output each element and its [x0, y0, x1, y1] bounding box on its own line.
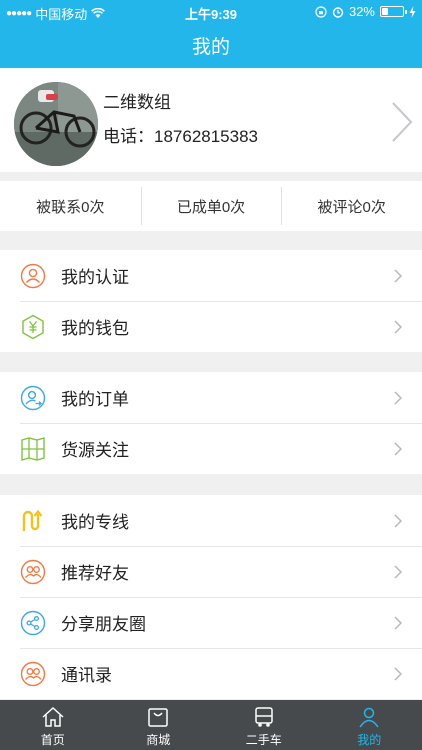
- alarm-icon: [332, 6, 344, 18]
- route-icon: [22, 509, 43, 531]
- user-icon: [359, 707, 379, 728]
- menu-item-label: 我的钱包: [61, 319, 129, 338]
- menu-item-label: 分享朋友圈: [61, 615, 146, 634]
- menu-item-contacts[interactable]: 通讯录: [0, 648, 422, 699]
- menu-item-label: 我的订单: [61, 390, 129, 409]
- truck-icon: [255, 707, 273, 727]
- menu-item-label: 我的认证: [61, 268, 129, 287]
- profile-name: 二维数组: [103, 93, 171, 112]
- menu-item-label: 通讯录: [61, 666, 112, 685]
- status-bar: ●●●●● 中国移动 上午9:39 32%: [0, 0, 422, 22]
- wallet-icon: [22, 314, 44, 340]
- page-title: 我的: [191, 37, 230, 58]
- profile-phone: 电话：18762815383: [103, 127, 259, 146]
- friends-icon: [20, 559, 46, 585]
- rotation-lock-icon: [315, 5, 327, 18]
- map-icon: [21, 437, 45, 461]
- tab-label: 首页: [40, 733, 65, 747]
- profile-card[interactable]: 二维数组 电话：18762815383: [0, 68, 422, 172]
- tab-bar: 首页 商城 二手车 我的: [0, 700, 422, 750]
- tab-label: 二手车: [245, 733, 282, 747]
- certification-icon: [20, 263, 46, 289]
- tab-used-cars[interactable]: 二手车: [211, 700, 317, 750]
- battery-percent: 32%: [348, 4, 375, 19]
- tab-label: 商城: [146, 733, 171, 747]
- chevron-right-icon: [394, 565, 402, 579]
- menu-item-label: 推荐好友: [61, 564, 129, 583]
- menu-item-share-moments[interactable]: 分享朋友圈: [0, 597, 422, 648]
- menu-item-routes[interactable]: 我的专线: [0, 495, 422, 546]
- order-icon: [20, 385, 46, 411]
- chevron-right-icon: [394, 667, 402, 681]
- chevron-right-icon: [394, 269, 402, 283]
- menu-group-social: 我的专线 推荐好友 分享朋友圈 通讯录: [0, 495, 422, 699]
- tab-label: 我的: [357, 733, 382, 747]
- header: ●●●●● 中国移动 上午9:39 32% 我的: [0, 0, 422, 68]
- battery-icon: [380, 6, 407, 17]
- stat-orders: 已成单0次: [140, 181, 282, 231]
- chevron-right-icon: [394, 514, 402, 528]
- contacts-icon: [20, 661, 46, 687]
- menu-item-recommend-friends[interactable]: 推荐好友: [0, 546, 422, 597]
- avatar[interactable]: [14, 82, 98, 166]
- menu-item-label: 货源关注: [61, 441, 129, 460]
- menu-item-certification[interactable]: 我的认证: [0, 250, 422, 301]
- home-icon: [42, 706, 64, 727]
- chevron-right-icon: [394, 442, 402, 456]
- chevron-right-icon: [394, 391, 402, 405]
- tab-profile[interactable]: 我的: [317, 700, 422, 750]
- tab-home[interactable]: 首页: [0, 700, 106, 750]
- stat-contacted: 被联系0次: [36, 198, 105, 216]
- charging-icon: [409, 5, 416, 18]
- tab-shop[interactable]: 商城: [106, 700, 212, 750]
- menu-group-account: 我的认证 我的钱包: [0, 250, 422, 352]
- share-icon: [20, 610, 46, 636]
- chevron-right-icon: [394, 320, 402, 334]
- chevron-right-icon[interactable]: [390, 100, 414, 144]
- chevron-right-icon: [394, 616, 402, 630]
- menu-item-wallet[interactable]: 我的钱包: [0, 301, 422, 352]
- menu-item-orders[interactable]: 我的订单: [0, 372, 422, 423]
- menu-item-cargo-follow[interactable]: 货源关注: [0, 423, 422, 474]
- stat-reviews: 被评论0次: [281, 181, 422, 231]
- stats-row: 被联系0次 已成单0次 被评论0次: [0, 181, 422, 231]
- menu-item-label: 我的专线: [61, 513, 129, 532]
- menu-group-orders: 我的订单 货源关注: [0, 372, 422, 474]
- shop-icon: [148, 708, 168, 727]
